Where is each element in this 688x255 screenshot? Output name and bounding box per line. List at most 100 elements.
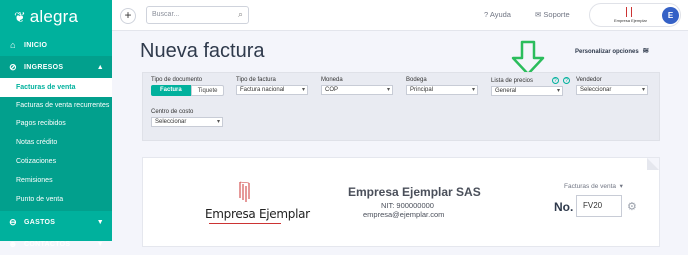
sidebar-subitem-facturas-de-venta[interactable]: Facturas de venta (0, 78, 112, 97)
price-list-label-row: Lista de precios ? (491, 77, 563, 84)
invoice-type-select[interactable]: Factura nacional ▾ (236, 85, 308, 95)
question-icon[interactable]: ? (563, 77, 570, 84)
warehouse-field: Bodega Principal ▾ (406, 77, 478, 95)
seller-label: Vendedor (576, 77, 602, 83)
chevron-down-icon: ▾ (556, 88, 560, 95)
sidebar-item-gastos[interactable]: ⊖ GASTOS ▼ (0, 211, 112, 233)
warehouse-label: Bodega (406, 77, 427, 83)
mail-icon: ✉ (535, 10, 542, 19)
company-name: Empresa Ejemplar SAS (348, 185, 481, 199)
page-fold (647, 158, 659, 170)
price-list-value: General (495, 88, 517, 95)
sidebar-subitem-punto-de-venta[interactable]: Punto de venta (0, 190, 112, 209)
sidebar-item-contactos[interactable]: ☻ CONTACTOS ▼ (0, 233, 112, 255)
page-title: Nueva factura (140, 40, 265, 62)
invoice-card: Empresa Ejemplar Empresa Ejemplar SAS NI… (142, 157, 660, 247)
chevron-down-icon: ▾ (641, 87, 645, 93)
ingresos-submenu: Facturas de venta Facturas de venta recu… (0, 78, 112, 211)
customize-options-label: Personalizar opciones (575, 49, 639, 55)
sidebar-item-inicio[interactable]: ⌂ INICIO (0, 34, 112, 56)
search-input[interactable]: Buscar... ⌕ (146, 6, 249, 24)
company-logo-icon (626, 7, 632, 17)
question-icon[interactable]: ? (551, 77, 559, 84)
sidebar-subitem-facturas-recurrentes[interactable]: Facturas de venta recurrentes (0, 97, 112, 114)
cost-center-field: Centro de costo Seleccionar ▾ (151, 109, 223, 127)
alegra-wordmark: alegra (29, 7, 79, 26)
seller-value: Seleccionar (580, 87, 612, 93)
quick-add-button[interactable]: + (120, 8, 136, 24)
sidebar: ❦ alegra ⌂ INICIO ⊘ INGRESOS ▲ Facturas … (0, 0, 112, 249)
cost-center-select[interactable]: Seleccionar ▾ (151, 117, 223, 127)
cost-center-label: Centro de costo (151, 109, 194, 115)
seller-field: Vendedor Seleccionar ▾ (576, 77, 648, 95)
seller-label-row: Vendedor (576, 77, 648, 83)
warehouse-value: Principal (410, 87, 434, 93)
support-link[interactable]: ✉ Soporte (535, 10, 570, 19)
help-link[interactable]: ? Ayuda (484, 10, 511, 19)
caret-up-icon: ▲ (96, 63, 104, 71)
chevron-down-icon: ▾ (471, 87, 475, 93)
company-logo-text: Empresa Ejemplar (205, 207, 310, 221)
invoice-number-label: No. (554, 200, 574, 214)
sidebar-item-ingresos[interactable]: ⊘ INGRESOS ▲ (0, 56, 112, 78)
price-list-field: Lista de precios ? General ▾ (491, 77, 563, 97)
company-nit: NIT: 900000000 (381, 201, 434, 210)
sidebar-subitem-notas-credito[interactable]: Notas crédito (0, 133, 112, 152)
currency-field: Moneda COP ▾ (321, 77, 393, 95)
search-placeholder: Buscar... (152, 11, 180, 18)
invoice-type-value: Factura nacional (240, 87, 285, 93)
invoice-type-field: Tipo de factura Factura nacional ▾ (236, 77, 308, 95)
invoice-number-field[interactable]: FV20 (576, 195, 622, 217)
expenses-icon: ⊖ (9, 216, 17, 227)
sidebar-item-label: GASTOS (24, 218, 56, 226)
invoice-type-label: Tipo de factura (236, 77, 276, 83)
help-label: Ayuda (489, 10, 511, 19)
topbar: + Buscar... ⌕ ? Ayuda ✉ Soporte Empresa … (112, 0, 688, 31)
sidebar-item-label: INGRESOS (24, 63, 64, 71)
warehouse-select[interactable]: Principal ▾ (406, 85, 478, 95)
sidebar-item-label: CONTACTOS (24, 240, 71, 248)
gear-icon[interactable]: ⚙ (627, 200, 637, 213)
doc-type-tiquete-button[interactable]: Tiquete (190, 85, 225, 96)
sidebar-item-label: INICIO (24, 41, 48, 49)
support-label: Soporte (543, 10, 570, 19)
home-icon: ⌂ (10, 40, 16, 50)
price-list-label: Lista de precios (491, 78, 534, 85)
chevron-down-icon: ▾ (301, 87, 305, 93)
company-switcher[interactable]: Empresa Ejemplar E (589, 3, 681, 27)
search-icon: ⌕ (237, 9, 243, 19)
numbering-select[interactable]: Facturas de venta ▾ (564, 182, 623, 190)
doc-type-field: Tipo de documento Factura Tiquete (151, 77, 225, 96)
caret-down-icon: ▼ (96, 218, 104, 226)
numbering-value: Facturas de venta (564, 183, 617, 190)
currency-value: COP (325, 87, 339, 93)
avatar[interactable]: E (662, 7, 679, 24)
caret-down-icon: ▼ (96, 240, 104, 248)
company-logo-icon (239, 181, 250, 202)
sliders-icon: ≋ (642, 46, 650, 55)
price-list-select[interactable]: General ▾ (491, 86, 563, 97)
sidebar-subitem-cotizaciones[interactable]: Cotizaciones (0, 152, 112, 171)
doc-type-label: Tipo de documento (151, 77, 203, 83)
chevron-down-icon: ▾ (617, 183, 623, 190)
alegra-logo[interactable]: ❦ alegra (0, 0, 112, 34)
arrow-down-icon (511, 40, 545, 76)
logo-underline (209, 223, 281, 224)
seller-select[interactable]: Seleccionar ▾ (576, 85, 648, 95)
currency-label: Moneda (321, 77, 343, 83)
sidebar-subitem-pagos-recibidos[interactable]: Pagos recibidos (0, 114, 112, 133)
cost-center-value: Seleccionar (155, 119, 187, 125)
chevron-down-icon: ▾ (386, 87, 390, 93)
income-icon: ⊘ (9, 61, 17, 72)
currency-select[interactable]: COP ▾ (321, 85, 393, 95)
chevron-down-icon: ▾ (216, 119, 220, 125)
alegra-leaf-icon: ❦ (14, 8, 26, 25)
document-options-panel: Tipo de documento Factura Tiquete Tipo d… (142, 72, 660, 141)
company-chip-name: Empresa Ejemplar (614, 18, 647, 23)
help-icon: ? (484, 10, 489, 19)
doc-type-toggle: Factura Tiquete (151, 85, 225, 96)
sidebar-subitem-remisiones[interactable]: Remisiones (0, 171, 112, 190)
doc-type-factura-button[interactable]: Factura (151, 85, 191, 96)
customize-options-link[interactable]: Personalizar opciones ≋ (575, 46, 649, 55)
company-email: empresa@ejemplar.com (363, 210, 445, 219)
